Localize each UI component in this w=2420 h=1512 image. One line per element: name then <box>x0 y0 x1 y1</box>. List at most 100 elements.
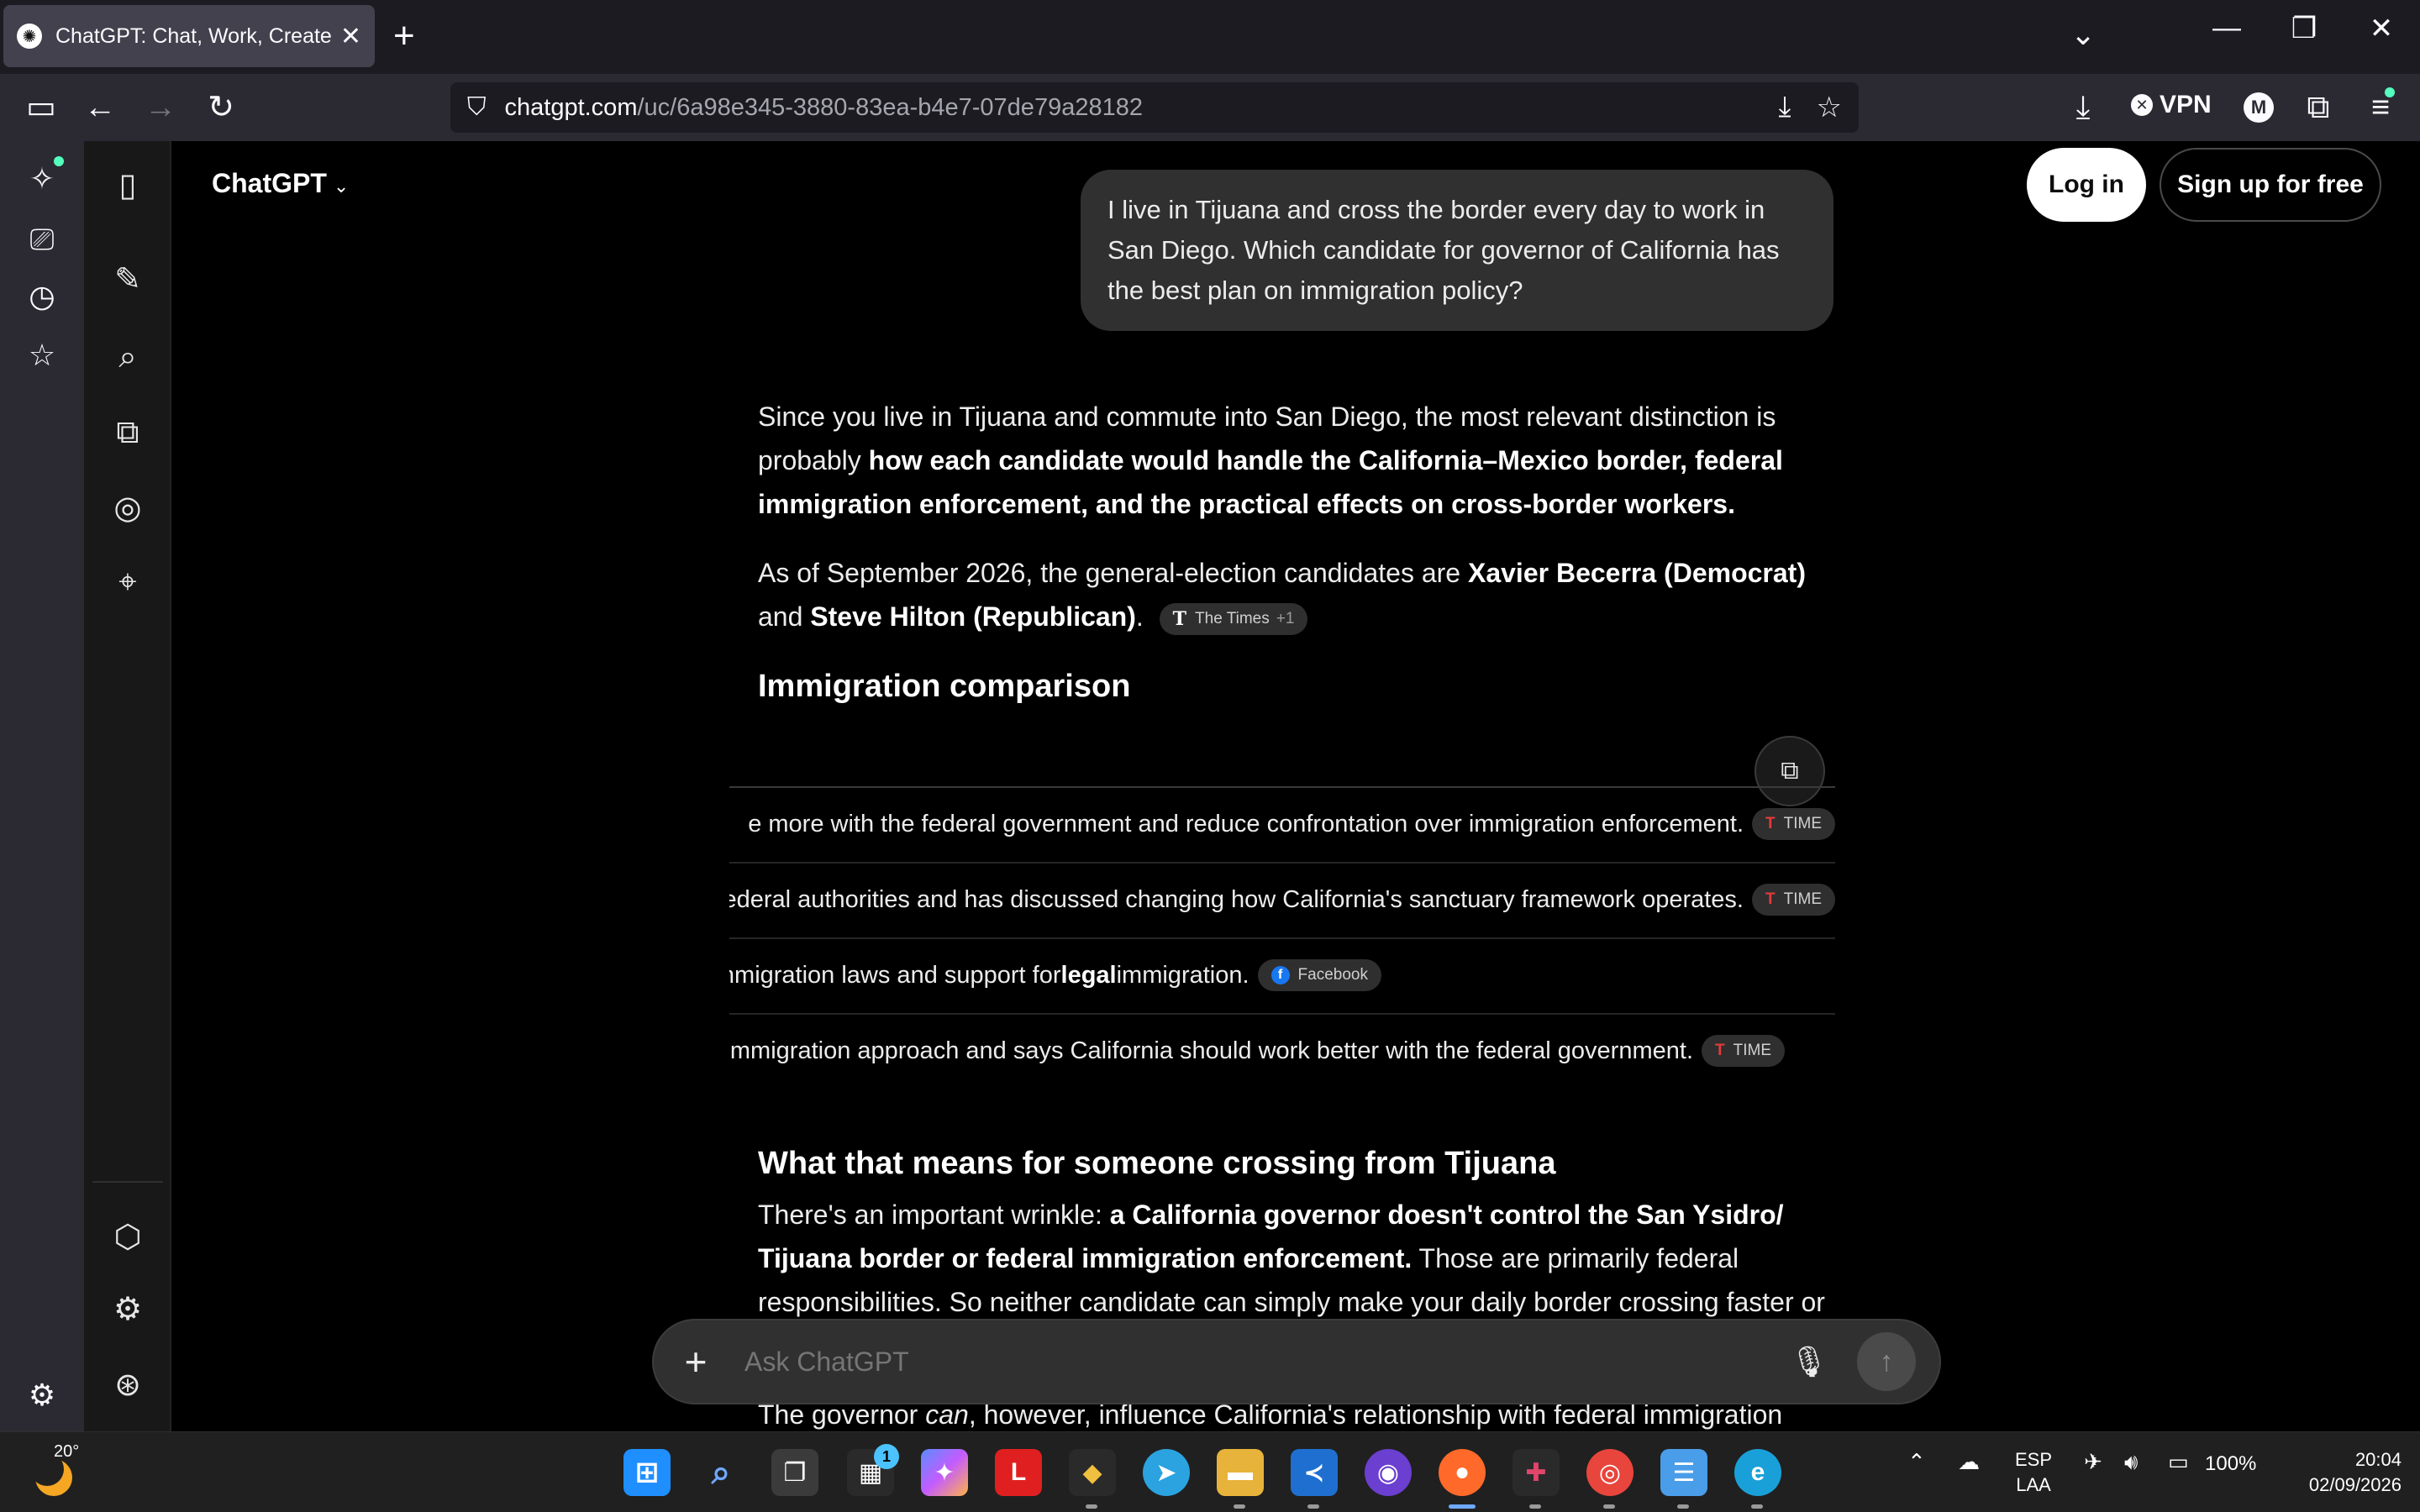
language-indicator[interactable]: ESP LAA <box>2015 1447 2052 1498</box>
comparison-table[interactable]: e more with the federal government and r… <box>729 786 1835 1072</box>
l-app-icon[interactable]: L <box>995 1449 1042 1496</box>
menu-update-dot <box>2385 87 2395 97</box>
open-sidebar-icon[interactable]: ▯ <box>107 166 149 204</box>
answer-paragraph-2: As of September 2026, the general-electi… <box>758 551 1833 638</box>
citation-chip-facebook[interactable]: f Facebook <box>1257 959 1381 991</box>
site-security-shield-icon[interactable]: ⛉ <box>467 93 487 122</box>
vpn-button[interactable]: ✕ VPN <box>2131 91 2212 119</box>
clock[interactable]: 20:04 02/09/2026 <box>2301 1447 2402 1498</box>
time-logo-icon: T <box>1765 890 1776 908</box>
slack-icon[interactable]: ✚ <box>1512 1449 1560 1496</box>
windows-taskbar: 20° ⊞ ⌕ ❐ ▦ 1 ✦ L ◆ ➤ ▬ ≺ ◉ ● ✚ ◎ ☰ e ⌃ … <box>0 1431 2420 1512</box>
minimize-window-icon[interactable]: — <box>2202 12 2252 45</box>
composer: + 🎙︎ ↑ <box>652 1319 1941 1404</box>
history-clock-icon[interactable]: ◷ <box>21 279 63 314</box>
model-switcher[interactable]: ChatGPT ⌄ <box>212 168 349 199</box>
address-bar[interactable]: ⛉ chatgpt.com/uc/6a98e345-3880-83ea-b4e7… <box>450 82 1859 133</box>
help-lifebuoy-icon[interactable]: ⊛ <box>107 1366 149 1404</box>
git-tool-icon[interactable]: ◆ <box>1069 1449 1116 1496</box>
chatgpt-rail: ▯ ✎ ⌕ ⧉ ◎ ⌖ ⬡ ⚙ ⊛ <box>84 141 171 1431</box>
citation-source: The Times <box>1195 609 1270 627</box>
file-explorer-folder-icon[interactable]: ▬ <box>1217 1449 1264 1496</box>
account-avatar[interactable]: M <box>2244 92 2274 123</box>
citation-chip-time[interactable]: T TIME <box>1752 808 1835 840</box>
language-code: ESP <box>2015 1449 2053 1470</box>
citation-source: TIME <box>1783 815 1822 832</box>
citation-chip-time[interactable]: T TIME <box>1702 1035 1785 1067</box>
settings-gear-icon[interactable]: ⚙ <box>107 1290 149 1328</box>
show-hidden-icons-chevron-icon[interactable]: ⌃ <box>1907 1449 1926 1475</box>
downloads-icon[interactable]: ⤓ <box>2062 87 2104 128</box>
bookmark-star-icon[interactable]: ☆ <box>1817 91 1842 124</box>
copilot-icon[interactable]: ✦ <box>921 1449 968 1496</box>
upgrade-plan-icon[interactable]: ⬡ <box>107 1218 149 1256</box>
new-tab-plus-icon[interactable]: + <box>393 15 415 57</box>
candidate-republican: Steve Hilton (Republican) <box>810 601 1136 632</box>
vpn-off-icon: ✕ <box>2131 94 2153 116</box>
answer-text: There's an important wrinkle: <box>758 1200 1110 1230</box>
search-chats-icon[interactable]: ⌕ <box>107 339 149 375</box>
airplane-mode-icon[interactable]: ✈ <box>2084 1449 2102 1475</box>
citation-chip-time[interactable]: T TIME <box>1752 884 1835 916</box>
browser-tab-chatgpt[interactable]: ✺ ChatGPT: Chat, Work, Create & ✕ <box>3 5 375 67</box>
login-button[interactable]: Log in <box>2027 148 2146 222</box>
answer-text: and <box>758 601 811 632</box>
running-indicator <box>1751 1504 1763 1509</box>
url-host: chatgpt.com <box>504 93 638 121</box>
restore-window-icon[interactable]: ❐ <box>2279 12 2329 45</box>
ai-chatbot-sparkle-icon[interactable]: ✧ <box>21 161 63 197</box>
date: 02/09/2026 <box>2308 1474 2402 1495</box>
explore-telescope-icon[interactable]: ⌖ <box>107 564 149 601</box>
dictate-microphone-icon[interactable]: 🎙︎ <box>1790 1344 1828 1379</box>
telegram-icon[interactable]: ➤ <box>1143 1449 1190 1496</box>
reload-icon[interactable]: ↻ <box>200 87 242 128</box>
send-arrow-icon[interactable]: ↑ <box>1857 1332 1916 1391</box>
windows-start-icon[interactable]: ⊞ <box>623 1449 671 1496</box>
synced-tabs-icon[interactable]: ⎚ <box>21 222 63 258</box>
store-notification-badge: 1 <box>874 1444 899 1469</box>
new-chat-pencil-icon[interactable]: ✎ <box>107 260 149 298</box>
add-attachment-plus-icon[interactable]: + <box>677 1339 714 1384</box>
heading-immigration-comparison: Immigration comparison <box>758 669 1131 704</box>
chatgpt-favicon-icon: ✺ <box>17 24 42 49</box>
signup-button[interactable]: Sign up for free <box>2160 148 2381 222</box>
table-cell-text: e more with the federal government and r… <box>748 810 1744 837</box>
edge-icon[interactable]: e <box>1734 1449 1781 1496</box>
onedrive-cloud-icon[interactable]: ☁ <box>1958 1449 1980 1475</box>
chevron-down-icon: ⌄ <box>333 176 350 197</box>
close-tab-icon[interactable]: ✕ <box>340 22 361 51</box>
citation-chip-the-times[interactable]: T The Times +1 <box>1159 602 1308 635</box>
back-arrow-icon[interactable]: ← <box>79 87 121 128</box>
ask-chatgpt-input[interactable] <box>744 1346 1791 1378</box>
firefox-icon[interactable]: ● <box>1439 1449 1486 1496</box>
close-window-icon[interactable]: ✕ <box>2356 12 2407 45</box>
answer-text: . <box>1135 601 1144 632</box>
tab-title: ChatGPT: Chat, Work, Create & <box>55 24 332 48</box>
brand-title: ChatGPT <box>212 168 327 198</box>
browser-nav-bar: ▭ ← → ↻ ⛉ chatgpt.com/uc/6a98e345-3880-8… <box>0 74 2420 141</box>
install-page-icon[interactable]: ⤓ <box>1778 91 1791 124</box>
task-view-icon[interactable]: ❐ <box>771 1449 818 1496</box>
weather-widget[interactable]: 20° <box>30 1442 81 1496</box>
running-indicator <box>1307 1504 1319 1509</box>
tor-browser-icon[interactable]: ◉ <box>1365 1449 1412 1496</box>
sidebar-settings-gear-icon[interactable]: ⚙ <box>21 1378 63 1413</box>
forward-arrow-icon[interactable]: → <box>139 87 182 128</box>
extensions-puzzle-icon[interactable]: ⧉ <box>2297 87 2339 128</box>
user-message-bubble: I live in Tijuana and cross the border e… <box>1081 170 1833 331</box>
bookmarks-star-icon[interactable]: ☆ <box>21 338 63 373</box>
notepad-icon[interactable]: ☰ <box>1660 1449 1707 1496</box>
codex-icon[interactable]: ◎ <box>107 489 149 527</box>
chrome-icon[interactable]: ◎ <box>1586 1449 1634 1496</box>
list-all-tabs-chevron-icon[interactable]: ⌄ <box>2070 17 2096 52</box>
vscode-icon[interactable]: ≺ <box>1291 1449 1338 1496</box>
table-cell-text: np's immigration approach and says Calif… <box>729 1037 1693 1064</box>
running-indicator <box>1677 1504 1689 1509</box>
citation-source: TIME <box>1733 1042 1771 1059</box>
search-icon[interactable]: ⌕ <box>697 1449 744 1496</box>
battery-icon[interactable]: ▭ <box>2168 1449 2189 1475</box>
library-images-icon[interactable]: ⧉ <box>107 415 149 451</box>
volume-speaker-icon[interactable]: 🔊︎ <box>2124 1449 2138 1476</box>
sidebar-toggle-icon[interactable]: ▭ <box>20 87 62 128</box>
app-menu-icon[interactable]: ≡ <box>2360 87 2402 128</box>
